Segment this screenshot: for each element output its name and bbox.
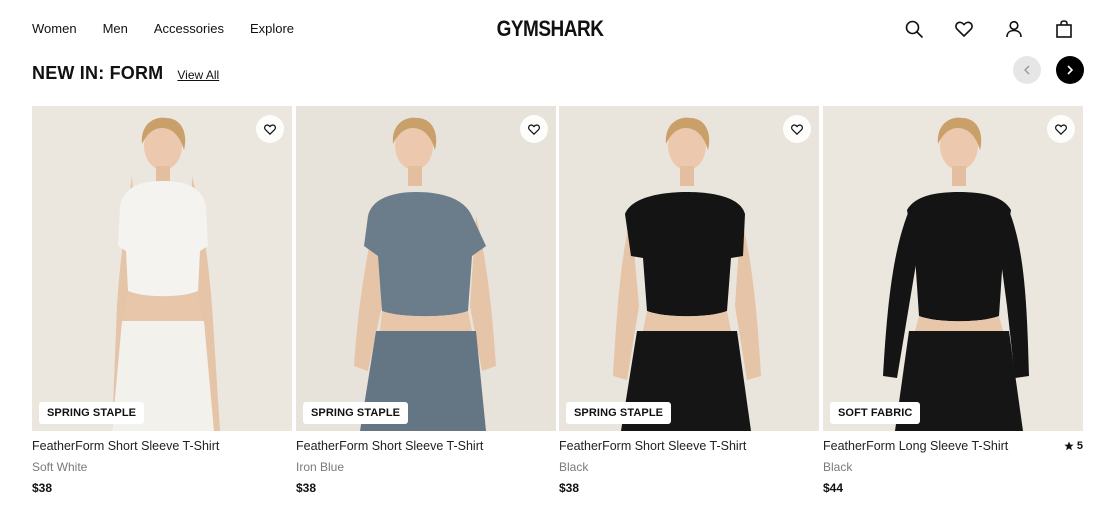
brand-logo-text: GYMSHARK xyxy=(496,17,604,42)
product-price: $38 xyxy=(559,481,580,495)
product-card[interactable]: SPRING STAPLE FeatherForm Short Sleeve T… xyxy=(559,106,819,495)
model-figure xyxy=(296,106,556,431)
product-badge: SPRING STAPLE xyxy=(566,402,672,424)
product-name[interactable]: FeatherForm Long Sleeve T-Shirt xyxy=(823,439,1083,453)
product-image[interactable]: SPRING STAPLE xyxy=(296,106,556,431)
header-icons xyxy=(904,19,1074,39)
product-grid: SPRING STAPLE FeatherForm Short Sleeve T… xyxy=(32,106,1083,506)
product-name[interactable]: FeatherForm Short Sleeve T-Shirt xyxy=(296,439,556,453)
heart-icon[interactable] xyxy=(954,19,974,39)
product-name[interactable]: FeatherForm Short Sleeve T-Shirt xyxy=(559,439,819,453)
product-price: $38 xyxy=(296,481,317,495)
product-card[interactable]: SPRING STAPLE FeatherForm Short Sleeve T… xyxy=(32,106,292,495)
product-color: Soft White xyxy=(32,460,88,474)
view-all-link[interactable]: View All xyxy=(177,68,219,82)
carousel-prev-button[interactable] xyxy=(1013,56,1041,84)
section-title: NEW IN: FORM xyxy=(32,63,164,83)
wishlist-button[interactable] xyxy=(520,115,548,143)
wishlist-button[interactable] xyxy=(1047,115,1075,143)
chevron-left-icon xyxy=(1024,65,1030,75)
product-color: Iron Blue xyxy=(296,460,345,474)
search-icon[interactable] xyxy=(904,19,924,39)
product-price: $38 xyxy=(32,481,53,495)
wishlist-button[interactable] xyxy=(256,115,284,143)
product-card[interactable]: SOFT FABRIC FeatherForm Long Sleeve T-Sh… xyxy=(823,106,1083,495)
product-color: Black xyxy=(823,460,853,474)
product-image[interactable]: SPRING STAPLE xyxy=(32,106,292,431)
product-badge: SPRING STAPLE xyxy=(39,402,145,424)
heart-icon xyxy=(528,123,540,135)
heart-icon xyxy=(791,123,803,135)
product-price: $44 xyxy=(823,481,844,495)
star-icon xyxy=(1064,441,1074,451)
account-icon[interactable] xyxy=(1004,19,1024,39)
product-rating: 5 xyxy=(1064,440,1083,452)
site-header: Women Men Accessories Explore GYMSHARK xyxy=(0,0,1100,60)
product-color: Black xyxy=(559,460,589,474)
heart-icon xyxy=(264,123,276,135)
heart-icon xyxy=(1055,123,1067,135)
wishlist-button[interactable] xyxy=(783,115,811,143)
model-figure xyxy=(823,106,1083,431)
product-badge: SPRING STAPLE xyxy=(303,402,409,424)
model-figure xyxy=(559,106,819,431)
chevron-right-icon xyxy=(1067,65,1074,75)
section-header: NEW IN: FORM View All xyxy=(32,63,219,84)
product-image[interactable]: SOFT FABRIC xyxy=(823,106,1083,431)
model-figure xyxy=(32,106,292,431)
product-image[interactable]: SPRING STAPLE xyxy=(559,106,819,431)
rating-value: 5 xyxy=(1076,440,1083,452)
carousel-next-button[interactable] xyxy=(1056,56,1084,84)
product-name[interactable]: FeatherForm Short Sleeve T-Shirt xyxy=(32,439,292,453)
product-badge: SOFT FABRIC xyxy=(830,402,921,424)
bag-icon[interactable] xyxy=(1054,19,1074,39)
product-card[interactable]: SPRING STAPLE FeatherForm Short Sleeve T… xyxy=(296,106,556,495)
